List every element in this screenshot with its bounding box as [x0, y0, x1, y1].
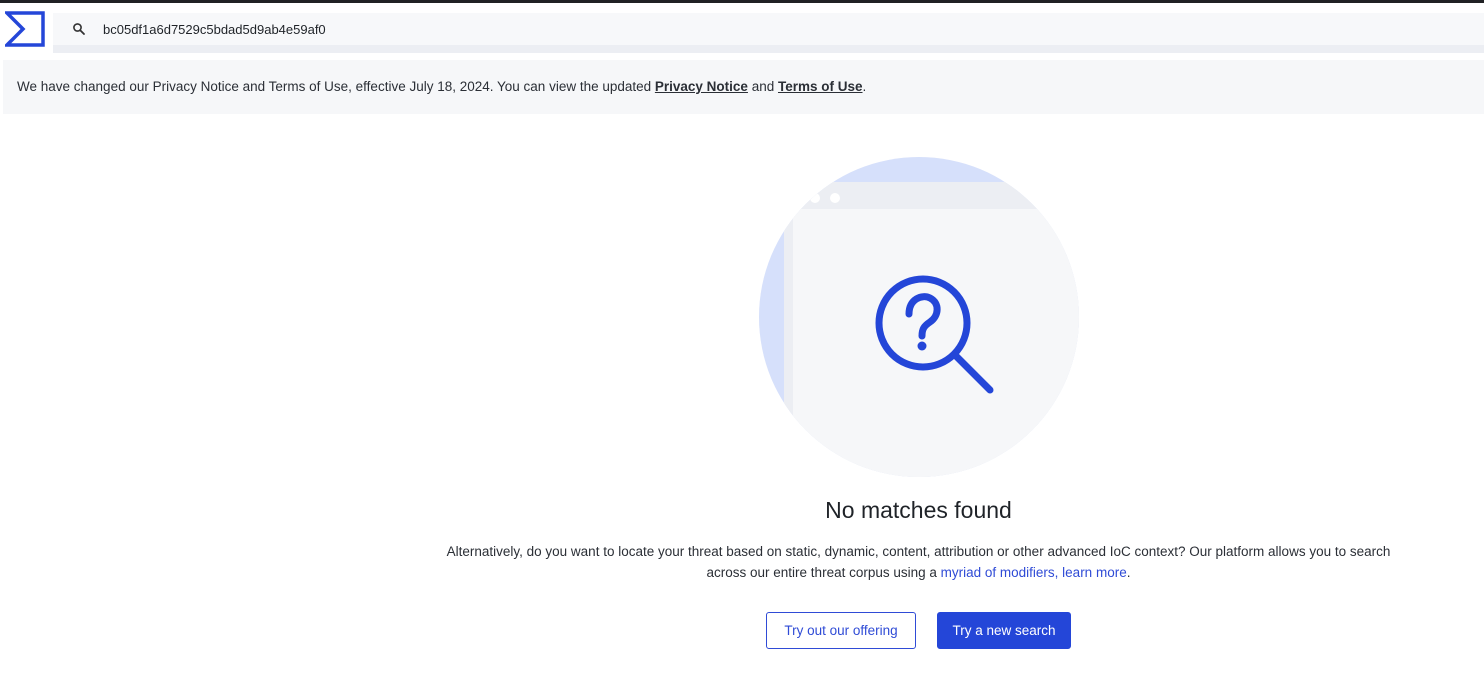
privacy-notice-banner: We have changed our Privacy Notice and T…: [3, 60, 1484, 114]
no-matches-title: No matches found: [825, 497, 1012, 523]
logo-icon[interactable]: [5, 11, 45, 47]
notice-text: We have changed our Privacy Notice and T…: [17, 79, 655, 94]
try-offering-button[interactable]: Try out our offering: [766, 612, 916, 649]
no-matches-description: Alternatively, do you want to locate you…: [440, 541, 1397, 583]
search-input[interactable]: [103, 13, 1463, 45]
notice-and: and: [747, 79, 778, 94]
description-end: .: [1126, 565, 1131, 580]
header: [0, 3, 1484, 53]
search-icon: [73, 23, 85, 35]
search-bar: [53, 13, 1484, 53]
terms-of-use-link[interactable]: Terms of Use: [778, 79, 863, 94]
new-search-button[interactable]: Try a new search: [937, 612, 1071, 649]
notice-end: .: [862, 79, 867, 94]
modifiers-learn-more-link[interactable]: myriad of modifiers, learn more: [941, 565, 1127, 580]
no-results-illustration: [759, 157, 1079, 477]
description-text: Alternatively, do you want to locate you…: [446, 544, 1391, 580]
privacy-notice-link[interactable]: Privacy Notice: [655, 79, 748, 94]
